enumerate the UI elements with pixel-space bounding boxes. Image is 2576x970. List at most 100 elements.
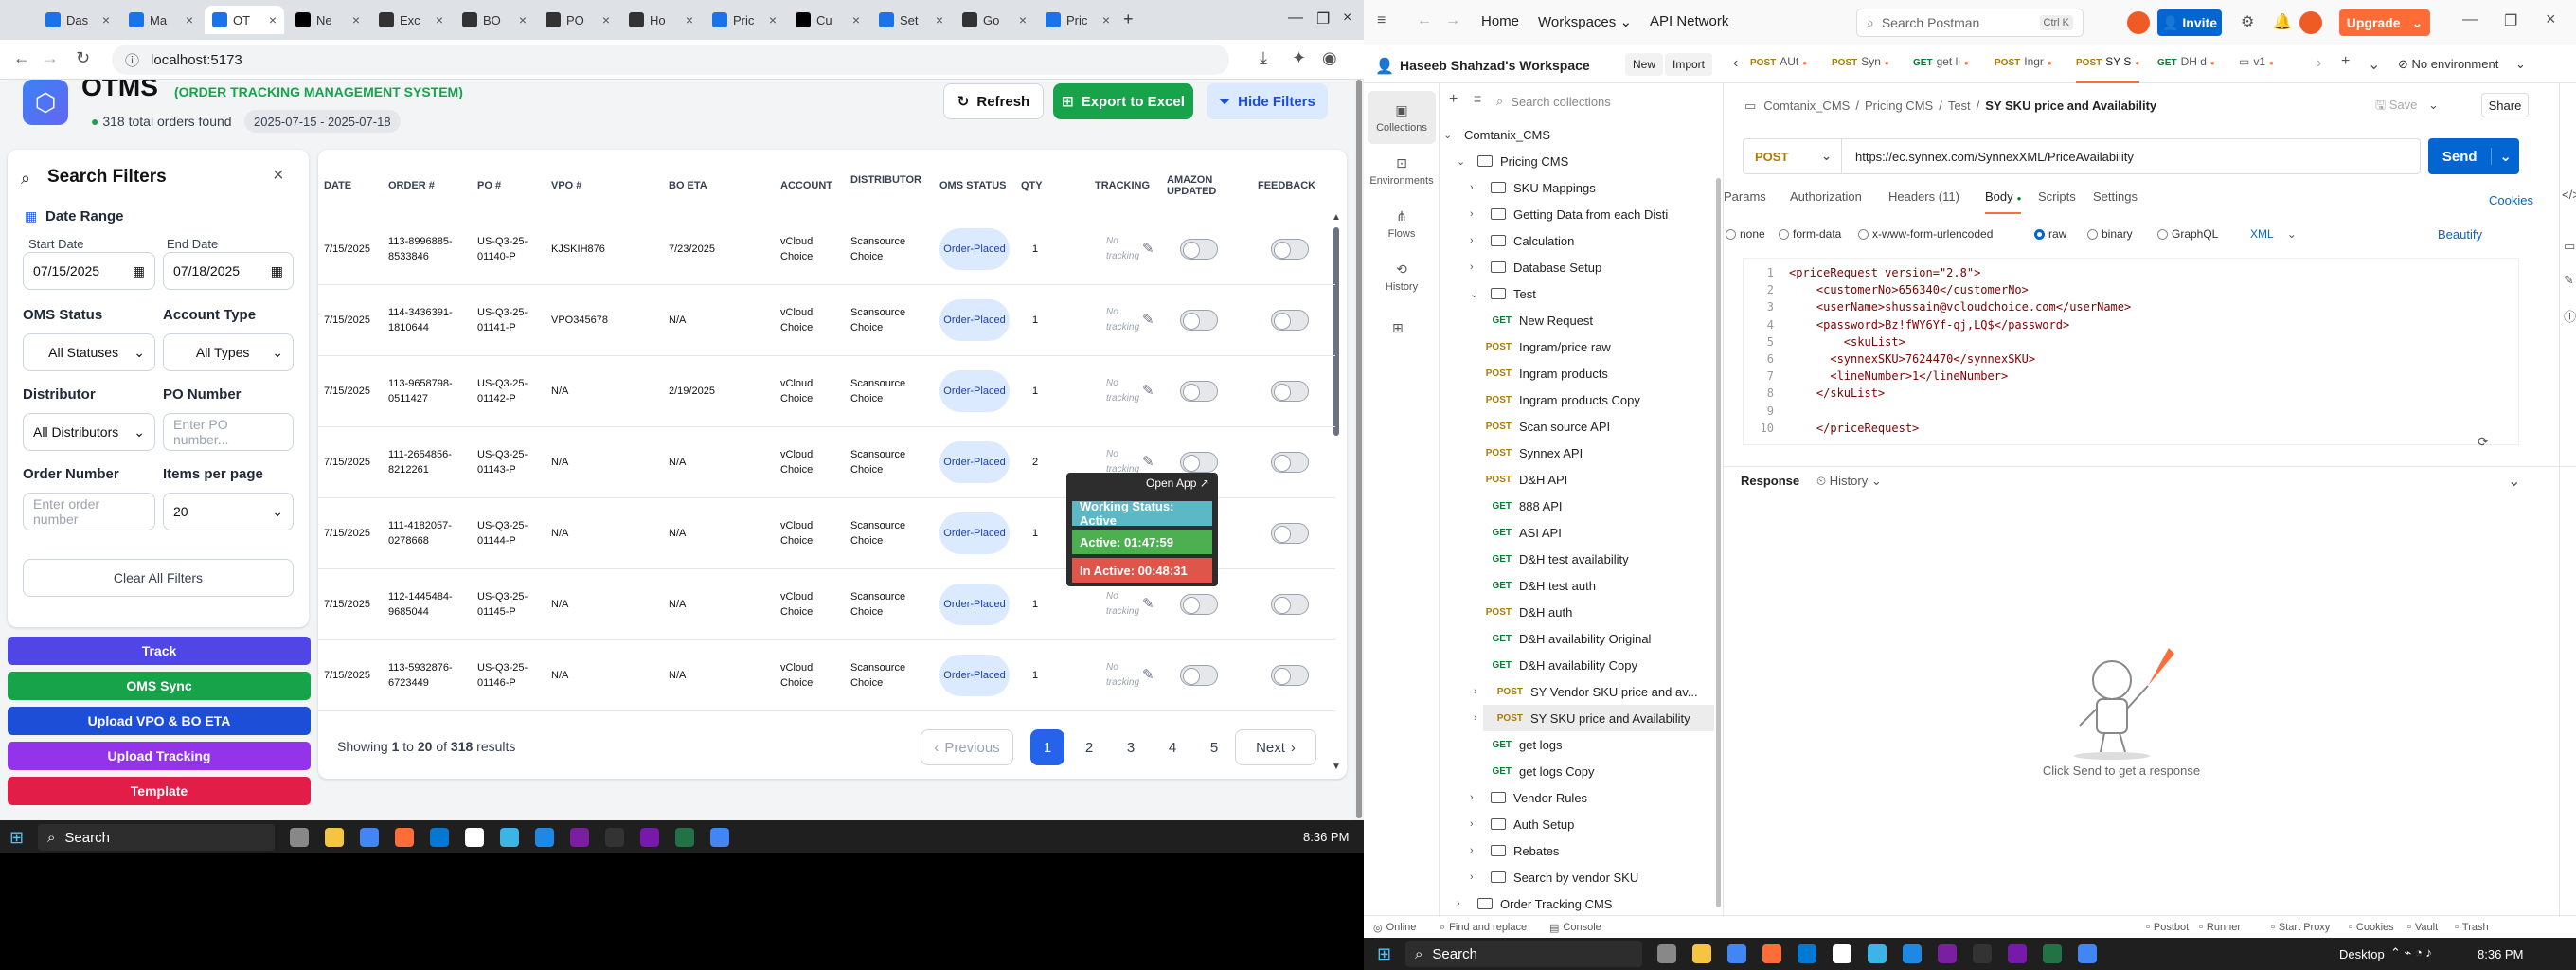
taskbar-app-icon[interactable] — [1692, 944, 1711, 963]
browser-tab[interactable]: PO × — [538, 6, 617, 34]
minimize-icon[interactable]: — — [2462, 11, 2478, 28]
close-icon[interactable]: × — [1343, 9, 1351, 27]
save-button[interactable]: 🖫 Save ⌄ — [2375, 97, 2439, 117]
browser-tab[interactable]: Ho × — [621, 6, 701, 34]
amazon-updated-toggle[interactable] — [1180, 239, 1218, 260]
footer-vault[interactable]: ▫ Vault — [2407, 917, 2438, 938]
feedback-toggle[interactable] — [1271, 523, 1309, 544]
configure-icon[interactable]: ⊞ — [1392, 320, 1404, 336]
download-icon[interactable]: ⤓ — [1260, 48, 1267, 68]
start-date-input[interactable]: 07/15/2025 ▦ — [23, 252, 155, 290]
footer-trash[interactable]: ▫ Trash — [2455, 917, 2489, 938]
account-type-select[interactable]: All Types ⌄ — [163, 333, 294, 371]
amazon-updated-toggle[interactable] — [1180, 594, 1218, 615]
chevron-down-icon[interactable]: ⌄ — [2368, 55, 2380, 74]
tree-request[interactable]: GET D&H test auth — [1483, 572, 1596, 599]
tree-request[interactable]: POST Scan source API — [1483, 413, 1610, 440]
tree-request[interactable]: GET D&H test availability — [1483, 546, 1628, 572]
close-filters-icon[interactable]: × — [273, 165, 284, 187]
close-tab-icon[interactable]: × — [186, 12, 193, 27]
menu-icon[interactable]: ≡ — [1377, 12, 1386, 29]
filter-icon[interactable]: ≡ — [1474, 91, 1481, 106]
tree-request[interactable]: GET ASI API — [1483, 519, 1561, 546]
taskbar-app-icon[interactable] — [640, 828, 659, 847]
taskbar-app-icon[interactable] — [1727, 944, 1746, 963]
body-editor[interactable]: 1 <priceRequest version="2.8"> 2 <customer… — [1743, 258, 2519, 445]
nav-api-network[interactable]: API Network — [1650, 13, 1728, 29]
hide-filters-button[interactable]: ⏷ Hide Filters — [1207, 83, 1328, 119]
taskbar-app-icon[interactable] — [2008, 944, 2027, 963]
po-number-input[interactable]: Enter PO number... — [163, 413, 294, 451]
breadcrumb-item[interactable]: Test — [1948, 99, 1971, 113]
tab-authorization[interactable]: Authorization — [1790, 189, 1862, 214]
clear-filters-button[interactable]: Clear All Filters — [23, 559, 294, 597]
page-button[interactable]: 1 — [1030, 729, 1064, 765]
taskbar-app-icon[interactable] — [430, 828, 449, 847]
footer-postbot[interactable]: ▫ Postbot — [2146, 917, 2189, 938]
feedback-toggle[interactable] — [1271, 594, 1309, 615]
rail-flows[interactable]: ⋔ Flows — [1368, 197, 1436, 250]
taskbar-app-icon[interactable] — [2078, 944, 2097, 963]
tree-request[interactable]: GET get logs Copy — [1483, 758, 1594, 784]
share-button[interactable]: Share — [2481, 93, 2529, 117]
body-type-x-www-form-urlencoded[interactable]: x-www-form-urlencoded — [1858, 227, 1993, 241]
taskbar-app-icon[interactable] — [675, 828, 694, 847]
import-button[interactable]: Import — [1665, 53, 1713, 76]
refresh-button[interactable]: ↻ Refresh — [943, 83, 1044, 119]
browser-tab[interactable]: Go × — [955, 6, 1034, 34]
taskbar-app-icon[interactable] — [1938, 944, 1957, 963]
tree-folder[interactable]: ⌄ Test — [1470, 280, 1536, 307]
tree-scrollbar[interactable] — [1716, 178, 1721, 907]
feedback-toggle[interactable] — [1271, 239, 1309, 260]
chevron-left-icon[interactable]: ‹ — [1733, 55, 1738, 72]
amazon-updated-toggle[interactable] — [1180, 381, 1218, 402]
close-tab-icon[interactable]: × — [519, 12, 527, 27]
close-tab-icon[interactable]: × — [936, 12, 943, 27]
taskbar-app-icon[interactable] — [1973, 944, 1992, 963]
next-page-button[interactable]: Next › — [1235, 729, 1316, 765]
request-tab[interactable]: GET DH d ● — [2157, 55, 2215, 78]
chevron-down-icon[interactable]: ⌄ — [2508, 472, 2520, 491]
tree-folder[interactable]: › Search by vendor SKU — [1470, 864, 1638, 890]
avatar[interactable] — [2299, 11, 2322, 34]
chevron-down-icon[interactable]: ⌄ — [2491, 148, 2519, 165]
body-type-form-data[interactable]: form-data — [1779, 227, 1841, 241]
order-number-input[interactable]: Enter order number — [23, 493, 155, 530]
task-view-icon[interactable] — [290, 828, 309, 847]
feedback-toggle[interactable] — [1271, 665, 1309, 686]
tab-params[interactable]: Params — [1724, 189, 1766, 214]
environment-select[interactable]: ⊘ No environment ⌄ — [2398, 57, 2526, 72]
close-tab-icon[interactable]: × — [602, 12, 610, 27]
taskbar-search[interactable]: ⌕ Search — [38, 824, 275, 851]
tab-scripts[interactable]: Scripts — [2038, 189, 2076, 214]
taskbar-app-icon[interactable] — [1868, 944, 1887, 963]
tab-settings[interactable]: Settings — [2093, 189, 2138, 214]
sidebar-action-button[interactable]: Template — [8, 777, 311, 805]
tree-folder[interactable]: › Calculation — [1470, 227, 1574, 254]
tree-folder[interactable]: › Rebates — [1470, 837, 1559, 864]
edit-tracking-icon[interactable]: ✎ — [1142, 311, 1154, 328]
taskbar-app-icon[interactable] — [605, 828, 624, 847]
tree-folder[interactable]: › SKU Mappings — [1470, 174, 1596, 201]
upgrade-button[interactable]: Upgrade ⌄ — [2339, 9, 2430, 36]
url-input[interactable]: https://ec.synnex.com/SynnexXML/PriceAva… — [1842, 150, 2420, 164]
page-button[interactable]: 2 — [1072, 729, 1106, 765]
windows-start-icon[interactable]: ⊞ — [9, 828, 24, 848]
edit-tracking-icon[interactable]: ✎ — [1142, 382, 1154, 399]
address-bar[interactable]: ⓘ localhost:5173 — [112, 45, 1229, 75]
edit-icon[interactable]: ✎ — [2564, 273, 2574, 288]
close-tab-icon[interactable]: × — [352, 12, 360, 27]
extensions-icon[interactable]: ✦ — [1292, 48, 1306, 68]
maximize-icon[interactable]: ❐ — [1316, 9, 1330, 28]
body-type-none[interactable]: none — [1726, 227, 1765, 241]
reload-icon[interactable]: ↻ — [76, 48, 90, 68]
invite-button[interactable]: 👤 Invite — [2157, 9, 2222, 36]
tree-request[interactable]: › POST SY SKU price and Availability — [1474, 705, 1714, 731]
request-tab[interactable]: ▭ v1 ● — [2239, 55, 2274, 78]
footer-find[interactable]: ⌕ Find and replace — [1440, 917, 1527, 938]
close-tab-icon[interactable]: × — [852, 12, 860, 27]
amazon-updated-toggle[interactable] — [1180, 665, 1218, 686]
back-icon[interactable]: ← — [13, 48, 30, 68]
open-app-link[interactable]: Open App ↗ — [1146, 476, 1209, 490]
taskbar-app-icon[interactable] — [570, 828, 589, 847]
